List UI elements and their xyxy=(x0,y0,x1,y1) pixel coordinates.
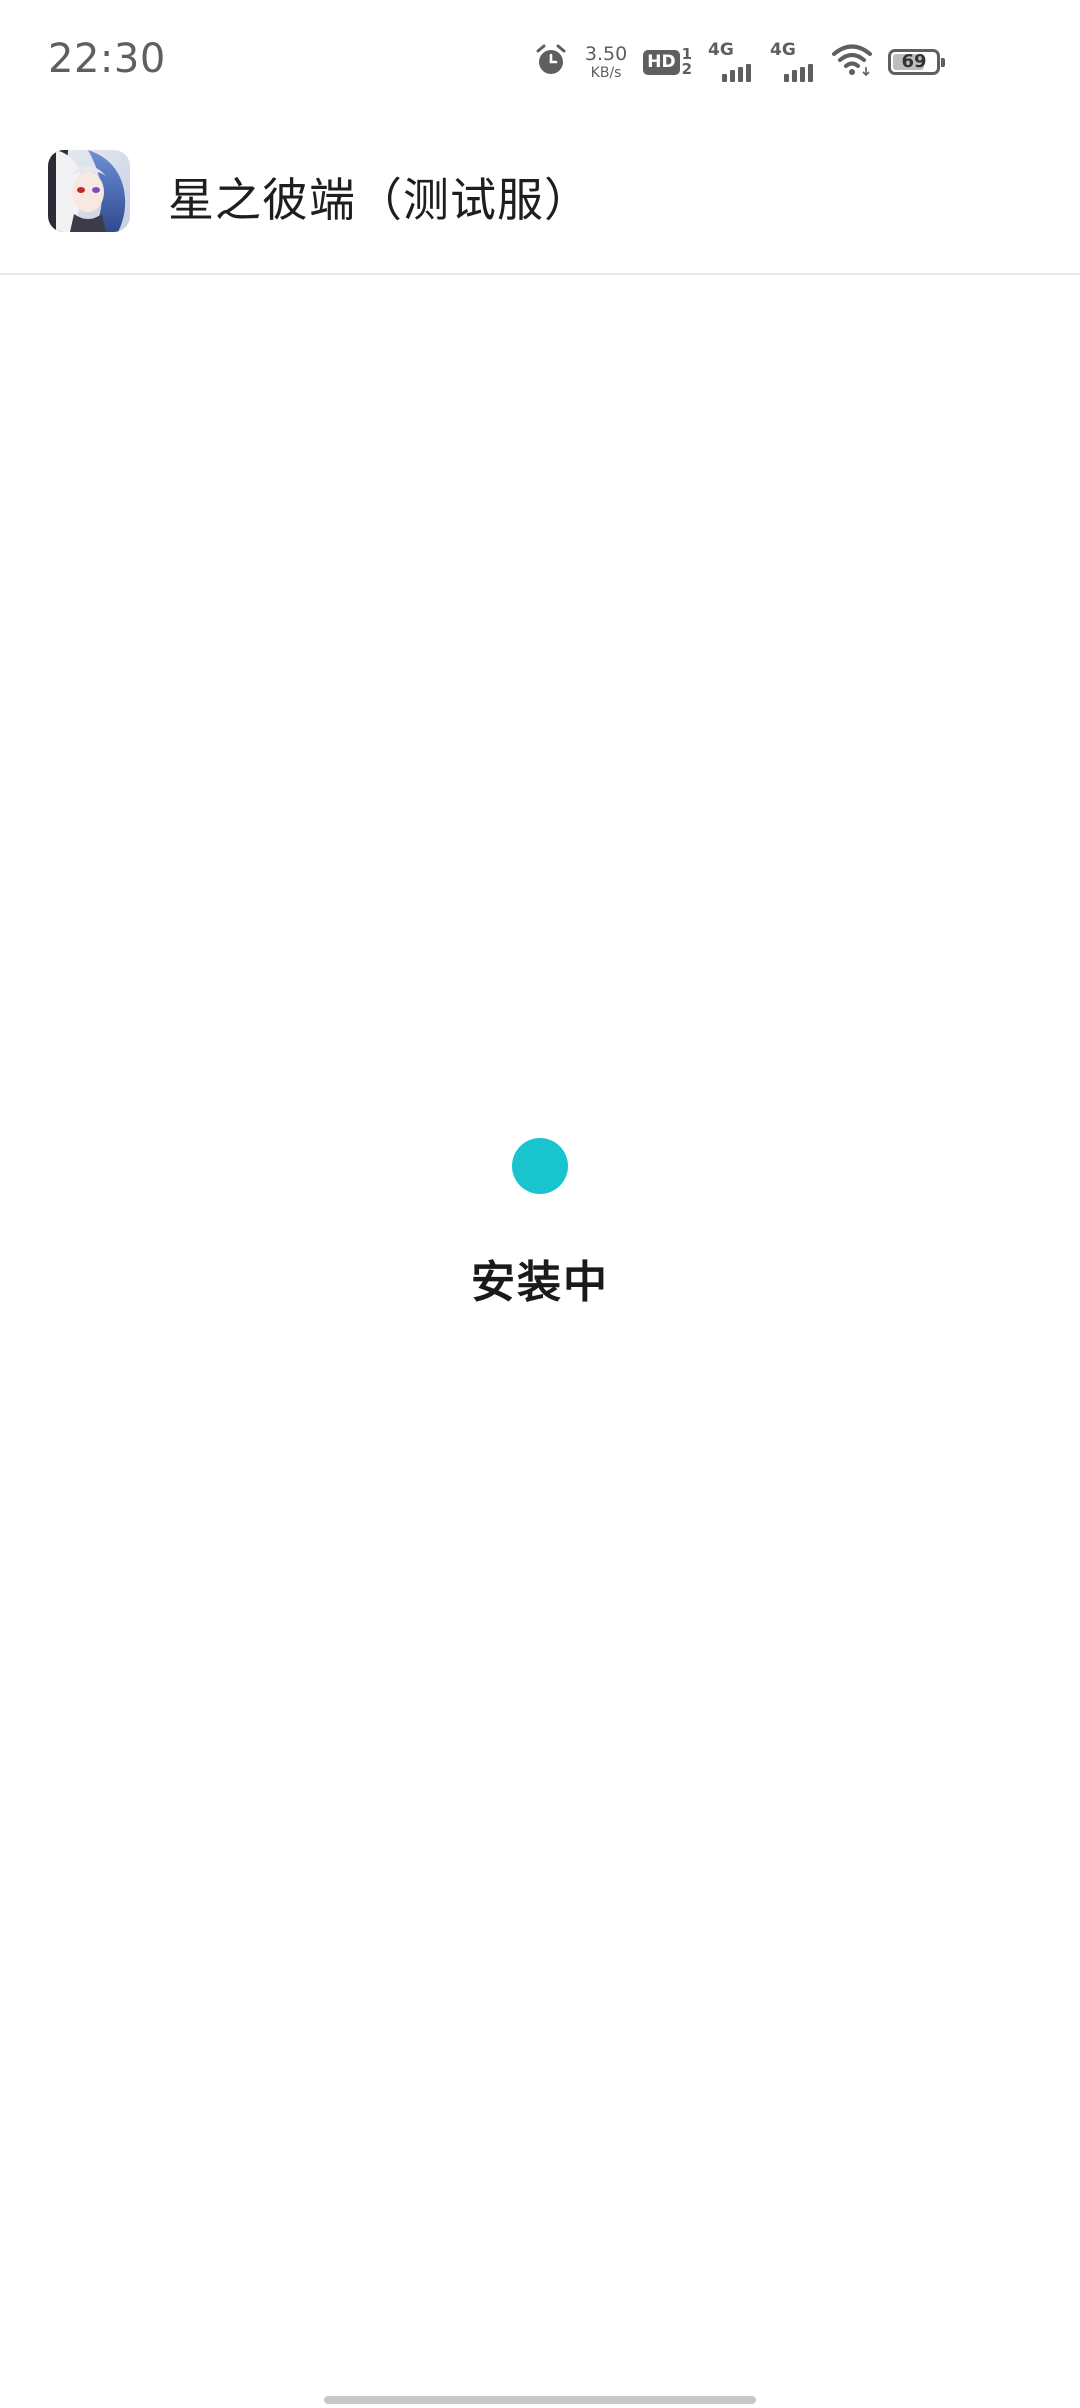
home-gesture-bar[interactable] xyxy=(324,2396,756,2404)
app-icon xyxy=(48,150,130,232)
battery-icon: 69 xyxy=(888,49,945,75)
install-status-text: 安装中 xyxy=(471,1257,609,1308)
wifi-icon xyxy=(832,43,872,81)
status-icons: 3.50 KB/s HD 1 2 4G 4G 69 xyxy=(533,38,945,86)
loading-spinner-icon xyxy=(512,1138,568,1194)
sim1-network-label: 4G xyxy=(708,40,734,60)
net-speed-unit: KB/s xyxy=(590,64,622,81)
alarm-icon xyxy=(533,42,569,82)
installer-screen: 22:30 3.50 KB/s HD 1 2 4G 4G 69 星之彼端（测试服… xyxy=(0,0,1080,2408)
app-title: 星之彼端（测试服） xyxy=(168,173,591,227)
install-progress: 安装中 xyxy=(0,1138,1080,1310)
hd-voice-badge: HD 1 2 xyxy=(643,47,692,77)
net-speed: 3.50 KB/s xyxy=(584,42,628,81)
battery-level: 69 xyxy=(901,51,927,72)
app-header: 星之彼端（测试服） xyxy=(0,120,1080,275)
signal-icon: 4G xyxy=(708,40,754,82)
status-time: 22:30 xyxy=(48,36,166,82)
signal-icon-sim2: 4G xyxy=(770,40,816,82)
net-speed-value: 3.50 xyxy=(584,42,628,65)
status-bar: 22:30 3.50 KB/s HD 1 2 4G 4G 69 xyxy=(0,0,1080,120)
hd-label: HD xyxy=(643,49,680,75)
sim2-network-label: 4G xyxy=(770,40,796,60)
hd-sub-bottom: 2 xyxy=(681,60,692,78)
hd-sim-indicator: 1 2 xyxy=(682,47,692,77)
